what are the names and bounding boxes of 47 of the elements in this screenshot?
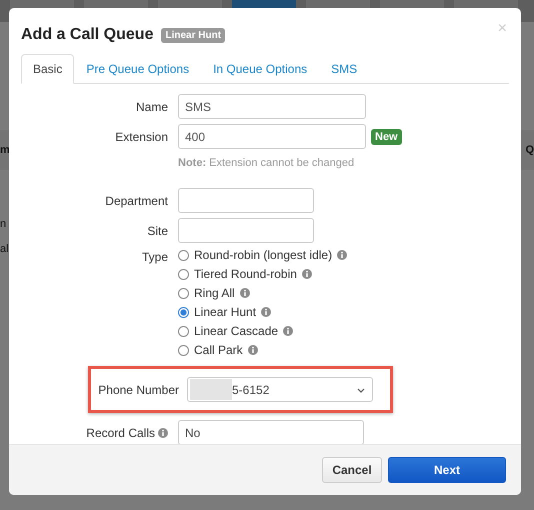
info-icon — [283, 326, 294, 336]
option-label: Linear Hunt — [194, 305, 256, 319]
option-label: Call Park — [194, 343, 243, 357]
phone-number-select[interactable]: 5-6152 — [187, 377, 373, 402]
radio-button[interactable] — [178, 250, 189, 260]
new-badge: New — [371, 128, 402, 144]
extension-field[interactable]: 400 — [178, 124, 366, 149]
department-field[interactable] — [178, 188, 314, 213]
site-field[interactable] — [178, 218, 314, 243]
field-label: Name — [134, 100, 168, 114]
tab[interactable]: Basic — [21, 54, 74, 84]
option-label: Round-robin (longest idle) — [194, 248, 332, 262]
note-text: Note: Extension cannot be changed — [178, 156, 356, 171]
info-icon — [302, 269, 312, 279]
radio-button[interactable] — [178, 306, 189, 318]
option-label: Tiered Round-robin — [194, 267, 297, 281]
background-text: m — [0, 144, 10, 156]
radio-button[interactable] — [178, 288, 189, 298]
next-button[interactable]: Next — [388, 457, 506, 483]
field-label: Type — [140, 249, 168, 264]
redaction-blur — [190, 379, 232, 400]
tab[interactable]: Pre Queue Options — [74, 54, 202, 84]
info-icon — [337, 250, 348, 260]
background-text: al — [0, 243, 9, 255]
option-label: Linear Cascade — [194, 324, 278, 338]
tab[interactable]: SMS — [319, 54, 370, 84]
background-text: n — [0, 218, 6, 230]
field-label: Phone Number — [101, 382, 179, 396]
chevron-icon — [357, 388, 365, 393]
field-label: Department — [104, 194, 168, 208]
radio-button[interactable] — [178, 326, 189, 336]
radio-button[interactable] — [178, 344, 189, 356]
field-label: Record Calls — [21, 426, 168, 440]
radio-button[interactable] — [178, 268, 189, 280]
field-label: Extension — [114, 130, 168, 144]
tab[interactable]: In Queue Options — [201, 54, 320, 84]
info-icon — [248, 345, 258, 355]
dialog-title: Add a Call Queue — [21, 26, 154, 44]
info-icon — [261, 307, 272, 317]
background-text: Q — [525, 144, 534, 156]
name-field[interactable]: SMS — [178, 94, 366, 119]
field-label: Site — [146, 224, 168, 238]
info-icon — [240, 288, 250, 298]
info-icon — [158, 428, 168, 438]
option-label: Ring All — [194, 286, 235, 300]
type-badge: Linear Hunt — [161, 28, 226, 42]
cancel-button[interactable]: Cancel — [322, 457, 382, 483]
